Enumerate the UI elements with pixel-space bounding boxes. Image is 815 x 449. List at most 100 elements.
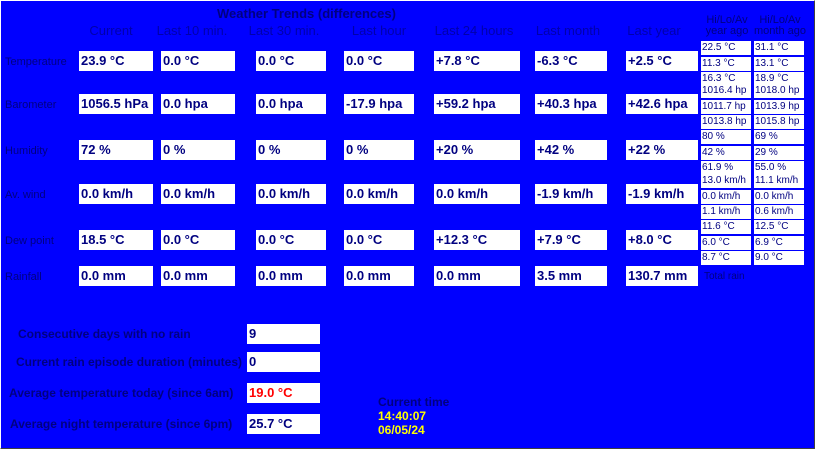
- month-ago-value: 0.6 km/h: [754, 205, 804, 219]
- trend-value-box[interactable]: 1056.5 hPa: [79, 94, 153, 114]
- trend-value-box[interactable]: 0.0 °C: [161, 230, 235, 250]
- trend-value-box[interactable]: +2.5 °C: [626, 51, 698, 71]
- trend-value-box[interactable]: +42.6 hpa: [626, 94, 698, 114]
- hilo-header-line: year ago: [705, 25, 749, 37]
- row-label-3: Av. wind: [5, 189, 46, 201]
- month-ago-value: 1013.9 hp: [754, 99, 804, 114]
- trend-value-box[interactable]: 0.0 °C: [256, 230, 326, 250]
- row-label-4: Dew point: [5, 235, 54, 247]
- stat-value-0[interactable]: 9: [247, 324, 320, 344]
- trend-value-box[interactable]: -17.9 hpa: [344, 94, 414, 114]
- trend-value-box[interactable]: -1.9 km/h: [626, 184, 698, 204]
- trend-value-box[interactable]: 0.0 km/h: [161, 184, 235, 204]
- stat-value-1[interactable]: 0: [247, 352, 320, 372]
- current-time-label: Current time: [378, 395, 450, 409]
- trend-value-box[interactable]: 0.0 mm: [256, 266, 326, 286]
- stat-label-2: Average temperature today (since 6am): [9, 386, 234, 400]
- month-ago-value: 12.5 °C: [754, 220, 804, 234]
- page-title: Weather Trends (differences): [217, 6, 396, 21]
- year-ago-value: 22.5 °C: [701, 41, 751, 55]
- hilo-month-ago-header: Hi/Lo/Av month ago: [754, 15, 806, 37]
- trend-value-box[interactable]: 0.0 °C: [344, 51, 414, 71]
- trend-value-box[interactable]: 0.0 mm: [344, 266, 414, 286]
- trend-value-box[interactable]: 0.0 mm: [161, 266, 235, 286]
- month-ago-value: 55.0 %: [754, 161, 804, 175]
- row-label-1: Barometer: [5, 99, 57, 111]
- stat-label-3: Average night temperature (since 6pm): [10, 417, 233, 431]
- trend-value-box[interactable]: 18.5 °C: [79, 230, 153, 250]
- trend-value-box[interactable]: +12.3 °C: [434, 230, 520, 250]
- row-label-2: Humidity: [5, 145, 48, 157]
- trend-value-box[interactable]: +40.3 hpa: [535, 94, 607, 114]
- trend-value-box[interactable]: 0.0 °C: [256, 51, 326, 71]
- weather-trends-window: Weather Trends (differences) Current Last…: [0, 0, 815, 449]
- year-ago-value: 1011.7 hp: [701, 99, 751, 114]
- month-ago-value: 0.0 km/h: [754, 189, 804, 204]
- row-label-0: Temperature: [5, 56, 67, 68]
- month-ago-value: 13.1 °C: [754, 56, 804, 71]
- trend-value-box[interactable]: 130.7 mm: [626, 266, 698, 286]
- trend-value-box[interactable]: -1.9 km/h: [535, 184, 607, 204]
- total-rain-label: Total rain: [704, 271, 745, 282]
- year-ago-value: 61.9 %: [701, 161, 751, 175]
- year-ago-value: 1.1 km/h: [701, 205, 751, 219]
- column-header-5: Last month: [535, 23, 601, 38]
- year-ago-value: 80 %: [701, 130, 751, 144]
- column-header-1: Last 10 min.: [156, 23, 228, 38]
- trend-value-box[interactable]: +20 %: [434, 140, 520, 160]
- row-label-5: Rainfall: [5, 271, 42, 283]
- current-time-value: 14:40:07: [378, 409, 427, 423]
- month-ago-value: 6.9 °C: [754, 235, 804, 250]
- year-ago-value: 11.3 °C: [701, 56, 751, 71]
- month-ago-value: 31.1 °C: [754, 41, 804, 55]
- trend-value-box[interactable]: -6.3 °C: [535, 51, 607, 71]
- trend-value-box[interactable]: +8.0 °C: [626, 230, 698, 250]
- stat-value-2[interactable]: 19.0 °C: [247, 383, 320, 403]
- stat-value-3[interactable]: 25.7 °C: [247, 414, 320, 434]
- year-ago-value: 13.0 km/h: [701, 174, 751, 188]
- trend-value-box[interactable]: 0 %: [344, 140, 414, 160]
- year-ago-value: 8.7 °C: [701, 251, 751, 265]
- year-ago-value: 1016.4 hp: [701, 84, 751, 98]
- month-ago-value: 1015.8 hp: [754, 115, 804, 129]
- trend-value-box[interactable]: 0.0 km/h: [79, 184, 153, 204]
- year-ago-value: 0.0 km/h: [701, 189, 751, 204]
- trend-value-box[interactable]: +59.2 hpa: [434, 94, 520, 114]
- trend-value-box[interactable]: 0.0 hpa: [161, 94, 235, 114]
- trend-value-box[interactable]: +22 %: [626, 140, 698, 160]
- trend-value-box[interactable]: 0.0 hpa: [256, 94, 326, 114]
- trend-value-box[interactable]: 0.0 mm: [79, 266, 153, 286]
- trend-value-box[interactable]: 0.0 km/h: [434, 184, 520, 204]
- stat-label-0: Consecutive days with no rain: [18, 327, 191, 341]
- trend-value-box[interactable]: 0 %: [256, 140, 326, 160]
- trend-value-box[interactable]: 0.0 °C: [161, 51, 235, 71]
- trend-value-box[interactable]: 23.9 °C: [79, 51, 153, 71]
- trend-value-box[interactable]: +7.9 °C: [535, 230, 607, 250]
- trend-value-box[interactable]: 0.0 °C: [344, 230, 414, 250]
- column-header-2: Last 30 min.: [248, 23, 320, 38]
- current-date-value: 06/05/24: [378, 423, 425, 437]
- hilo-year-ago-header: Hi/Lo/Av year ago: [701, 15, 753, 37]
- trend-value-box[interactable]: 3.5 mm: [535, 266, 607, 286]
- column-header-0: Current: [89, 23, 133, 38]
- trend-value-box[interactable]: +42 %: [535, 140, 607, 160]
- trend-value-box[interactable]: +7.8 °C: [434, 51, 520, 71]
- month-ago-value: 1018.0 hp: [754, 84, 804, 98]
- column-header-3: Last hour: [351, 23, 407, 38]
- trend-value-box[interactable]: 0.0 km/h: [256, 184, 326, 204]
- month-ago-value: 11.1 km/h: [754, 174, 804, 188]
- column-header-6: Last year: [627, 23, 681, 38]
- trend-value-box[interactable]: 0 %: [161, 140, 235, 160]
- month-ago-value: 69 %: [754, 130, 804, 144]
- column-header-4: Last 24 hours: [434, 23, 514, 38]
- year-ago-value: 1013.8 hp: [701, 115, 751, 129]
- trend-value-box[interactable]: 0.0 mm: [434, 266, 520, 286]
- year-ago-value: 42 %: [701, 145, 751, 160]
- year-ago-value: 11.6 °C: [701, 220, 751, 234]
- month-ago-value: 9.0 °C: [754, 251, 804, 265]
- hilo-header-line: month ago: [754, 25, 806, 37]
- year-ago-value: 6.0 °C: [701, 235, 751, 250]
- trend-value-box[interactable]: 0.0 km/h: [344, 184, 414, 204]
- trend-value-box[interactable]: 72 %: [79, 140, 153, 160]
- stat-label-1: Current rain episode duration (minutes): [16, 355, 243, 369]
